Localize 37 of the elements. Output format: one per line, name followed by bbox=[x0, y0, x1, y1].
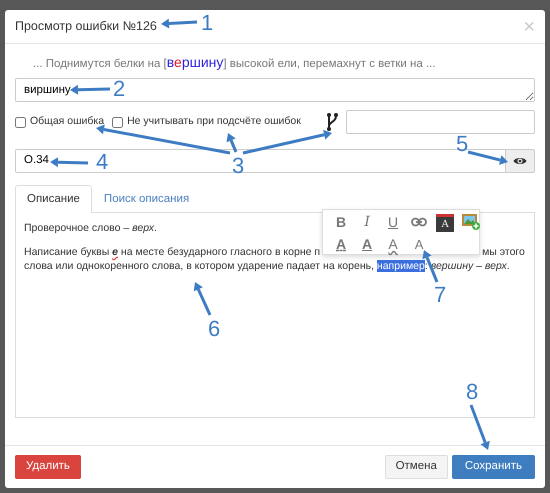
text-style-button[interactable]: A bbox=[355, 235, 380, 254]
callout-arrow bbox=[194, 282, 212, 316]
tab[interactable]: Поиск описания bbox=[92, 185, 202, 214]
italic-button[interactable]: I bbox=[355, 213, 380, 232]
callout-number: 6 bbox=[208, 318, 220, 340]
callout-arrow bbox=[161, 18, 198, 29]
dialog-title: Просмотр ошибки №126 bbox=[15, 18, 157, 36]
context-sentence: ... Поднимутся белки на [вершину] высокой ели, перемахнут с ветки на ... bbox=[32, 53, 437, 72]
checkbox-label: Общая ошибка bbox=[30, 114, 104, 130]
dialog-button[interactable]: Сохранить bbox=[452, 455, 535, 480]
dialog-button[interactable]: Удалить bbox=[15, 455, 81, 480]
callout-arrow bbox=[50, 157, 88, 168]
callout-number: 8 bbox=[466, 381, 478, 403]
callout-number: 2 bbox=[113, 78, 126, 100]
link-icon bbox=[411, 217, 428, 228]
check-word-text: Проверочное слово – верх. bbox=[24, 221, 157, 236]
eye-icon bbox=[513, 156, 527, 166]
underline-button[interactable]: U bbox=[381, 213, 406, 232]
branch-field[interactable] bbox=[346, 110, 535, 134]
callout-number: 7 bbox=[434, 284, 446, 306]
dialog-button[interactable]: Отмена bbox=[384, 455, 448, 480]
checkbox-label: Не учитывать при подсчёте ошибок bbox=[127, 114, 301, 130]
view-button[interactable] bbox=[505, 149, 535, 174]
text-style-button[interactable]: A bbox=[407, 235, 432, 254]
text-style-button[interactable]: A bbox=[381, 235, 406, 254]
callout-number: 4 bbox=[96, 151, 108, 173]
image-icon bbox=[461, 213, 482, 232]
style-button[interactable]: A bbox=[436, 214, 454, 232]
branch-icon[interactable] bbox=[327, 112, 338, 132]
callout-arrow bbox=[468, 150, 508, 165]
callout-arrow bbox=[70, 84, 110, 95]
callout-number: 1 bbox=[201, 12, 214, 34]
checkbox[interactable] bbox=[112, 116, 124, 128]
bold-button[interactable]: B bbox=[329, 213, 354, 232]
callout-arrow bbox=[470, 404, 490, 450]
checkbox[interactable] bbox=[15, 116, 26, 128]
tab[interactable]: Описание bbox=[15, 185, 92, 214]
